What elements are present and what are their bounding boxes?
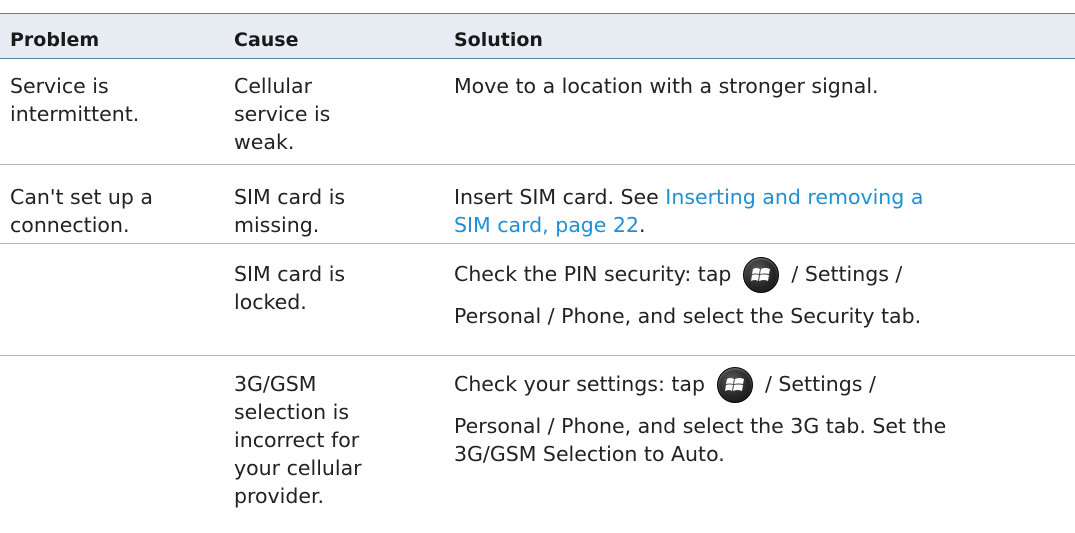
row1-cause-line: weak. (234, 130, 295, 154)
row4-cause-line: selection is (234, 400, 350, 424)
windows-start-icon (743, 257, 780, 293)
row3-solution: Check the PIN security: tap / Settings / … (454, 257, 1064, 330)
row1-cause: Cellular service is weak. (234, 72, 414, 156)
row-divider (0, 164, 1075, 165)
header-problem: Problem (10, 29, 100, 51)
row3-solution-line: Personal / Phone, and select the Securit… (454, 304, 922, 328)
row3-solution-text: Check the PIN security: tap (454, 262, 732, 286)
row3-solution-text: / Settings / (791, 262, 903, 286)
row2-solution-period: . (639, 213, 646, 237)
row4-cause-line: provider. (234, 484, 325, 508)
row1-problem: Service is intermittent. (10, 72, 200, 128)
row1-cause-line: service is (234, 102, 331, 126)
row2-cause-line: SIM card is (234, 185, 346, 209)
row1-cause-line: Cellular (234, 74, 312, 98)
row4-solution-text: / Settings / (764, 372, 876, 396)
row2-cause-line: missing. (234, 213, 320, 237)
table-header-rule (0, 58, 1075, 59)
row2-problem-line: Can't set up a (10, 185, 153, 209)
sim-card-link-page[interactable]: SIM card, page 22 (454, 213, 639, 237)
row1-solution-line: Move to a location with a stronger signa… (454, 74, 879, 98)
sim-card-link[interactable]: Inserting and removing a (665, 185, 923, 209)
row2-solution: Insert SIM card. See Inserting and remov… (454, 183, 1064, 239)
windows-start-icon (716, 367, 753, 403)
header-solution: Solution (454, 29, 543, 51)
row4-solution: Check your settings: tap / Settings / Per… (454, 367, 1064, 468)
row4-solution-line: Personal / Phone, and select the 3G tab.… (454, 414, 947, 438)
row3-cause-line: locked. (234, 290, 307, 314)
row4-solution-text: Check your settings: tap (454, 372, 705, 396)
row2-problem-line: connection. (10, 213, 130, 237)
row1-problem-line: Service is (10, 74, 109, 98)
row2-problem: Can't set up a connection. (10, 183, 200, 239)
row1-problem-line: intermittent. (10, 102, 140, 126)
row1-solution: Move to a location with a stronger signa… (454, 72, 1064, 100)
row4-cause-line: your cellular (234, 456, 362, 480)
row2-cause: SIM card is missing. (234, 183, 414, 239)
row4-cause: 3G/GSM selection is incorrect for your c… (234, 370, 414, 510)
row2-solution-text: Insert SIM card. See (454, 185, 666, 209)
row4-cause-line: incorrect for (234, 428, 360, 452)
row4-solution-line: 3G/GSM Selection to Auto. (454, 442, 725, 466)
row-divider (0, 355, 1075, 356)
row3-cause-line: SIM card is (234, 262, 346, 286)
row-divider (0, 243, 1075, 244)
row3-cause: SIM card is locked. (234, 260, 414, 316)
header-cause: Cause (234, 29, 299, 51)
row4-cause-line: 3G/GSM (234, 372, 317, 396)
